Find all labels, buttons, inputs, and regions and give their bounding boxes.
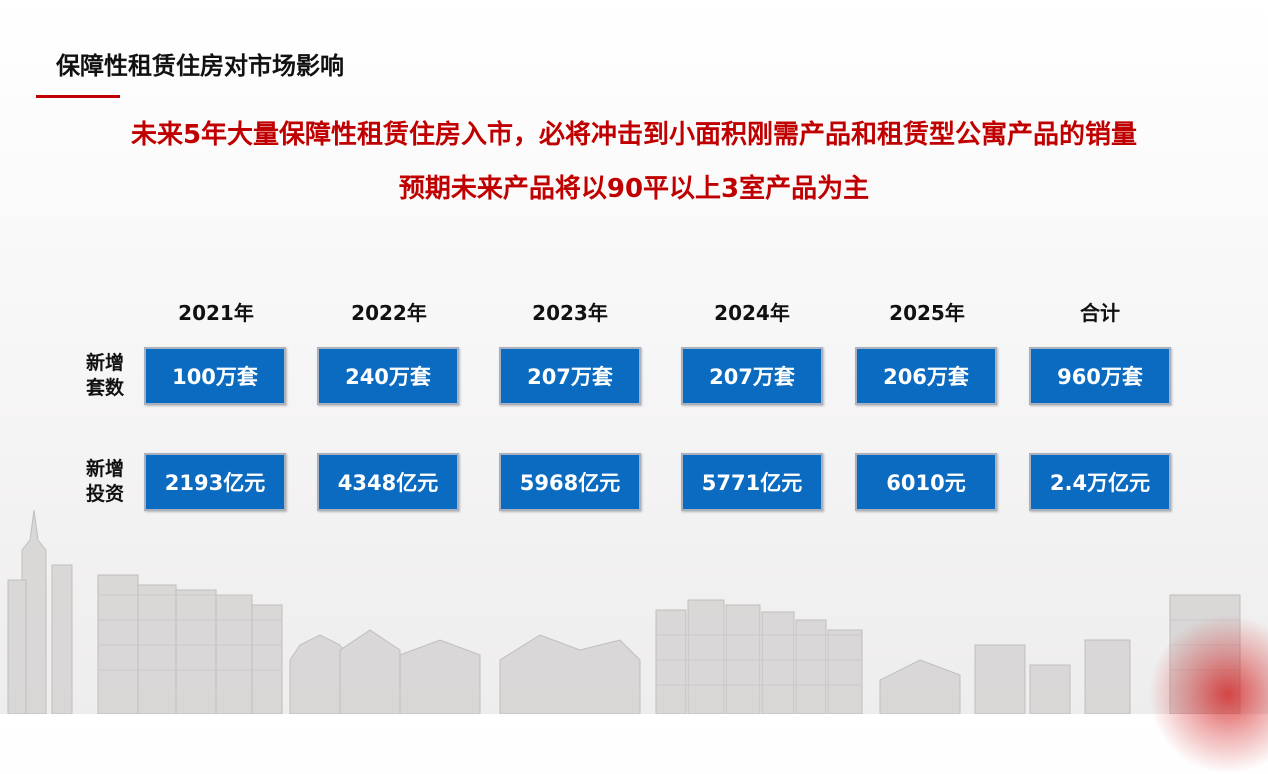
headline-line-2: 预期未来产品将以90平以上3室产品为主 [398, 174, 870, 204]
table-cell: 960万套 [1029, 347, 1171, 405]
row-label-units: 新增 套数 [74, 351, 136, 401]
table-cell: 206万套 [855, 347, 997, 405]
headline-line-1: 未来5年大量保障性租赁住房入市，必将冲击到小面积刚需产品和租赁型公寓产品的销量 [130, 120, 1138, 150]
column-header-total: 合计 [1080, 301, 1120, 325]
column-header-2021: 2021年 [178, 301, 254, 325]
column-header-2025: 2025年 [889, 301, 965, 325]
page-title: 保障性租赁住房对市场影响 [56, 52, 344, 80]
column-header-2024: 2024年 [714, 301, 790, 325]
title-underline [36, 95, 120, 98]
column-header-2023: 2023年 [532, 301, 608, 325]
red-corner-decoration [1148, 614, 1268, 774]
table-cell: 207万套 [681, 347, 823, 405]
table-cell: 240万套 [317, 347, 459, 405]
column-header-2022: 2022年 [351, 301, 427, 325]
row-label-units-line-1: 新增 [85, 352, 124, 374]
table-cell: 100万套 [144, 347, 286, 405]
row-label-units-line-2: 套数 [85, 377, 124, 399]
table-cell: 207万套 [499, 347, 641, 405]
city-skyline-background [7, 509, 1241, 714]
